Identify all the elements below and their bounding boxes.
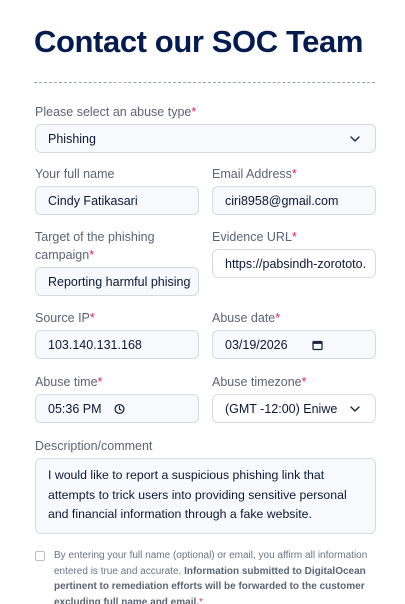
full-name-label: Your full name <box>35 167 115 181</box>
dashed-divider <box>34 82 375 83</box>
abuse-type-label: Please select an abuse type* <box>35 105 197 119</box>
description-label: Description/comment <box>35 439 153 453</box>
evidence-url-value: https://pabsindh-zorototo. <box>225 256 367 271</box>
consent-checkbox[interactable] <box>35 551 45 561</box>
evidence-url-label: Evidence URL* <box>212 230 297 244</box>
abuse-time-value: 05:36 PM <box>48 401 102 416</box>
target-input[interactable]: Reporting harmful phising <box>35 267 199 296</box>
description-textarea[interactable]: I would like to report a suspicious phis… <box>35 458 376 534</box>
consent-text: By entering your full name (optional) or… <box>54 548 380 604</box>
full-name-input[interactable]: Cindy Fatikasari <box>35 186 199 215</box>
abuse-type-value: Phishing <box>48 131 96 146</box>
source-ip-input[interactable]: 103.140.131.168 <box>35 330 199 359</box>
consent-required-mark: * <box>199 596 203 604</box>
calendar-icon[interactable] <box>312 339 323 350</box>
source-ip-value: 103.140.131.168 <box>48 337 142 352</box>
clock-icon[interactable] <box>114 403 125 414</box>
chevron-down-icon <box>350 135 360 142</box>
page-title: Contact our SOC Team <box>34 24 364 59</box>
abuse-timezone-label: Abuse timezone* <box>212 375 307 389</box>
abuse-date-label: Abuse date* <box>212 311 281 325</box>
source-ip-label: Source IP* <box>35 311 95 325</box>
abuse-timezone-select[interactable]: (GMT -12:00) Eniwe <box>212 394 376 423</box>
full-name-value: Cindy Fatikasari <box>48 193 138 208</box>
target-value: Reporting harmful phising <box>48 274 191 289</box>
abuse-timezone-value: (GMT -12:00) Eniwe <box>225 401 338 416</box>
email-input[interactable]: ciri8958@gmail.com <box>212 186 376 215</box>
abuse-date-input[interactable]: 03/19/2026 <box>212 330 376 359</box>
abuse-time-label: Abuse time* <box>35 375 103 389</box>
abuse-type-select[interactable]: Phishing <box>35 124 376 153</box>
email-label: Email Address* <box>212 167 297 181</box>
abuse-time-input[interactable]: 05:36 PM <box>35 394 199 423</box>
consent-row: By entering your full name (optional) or… <box>35 548 380 604</box>
target-label: Target of the phishing campaign* <box>35 230 155 262</box>
abuse-date-value: 03/19/2026 <box>225 337 288 352</box>
evidence-url-input[interactable]: https://pabsindh-zorototo. <box>212 249 376 278</box>
chevron-down-icon <box>350 405 360 412</box>
email-value: ciri8958@gmail.com <box>225 193 339 208</box>
